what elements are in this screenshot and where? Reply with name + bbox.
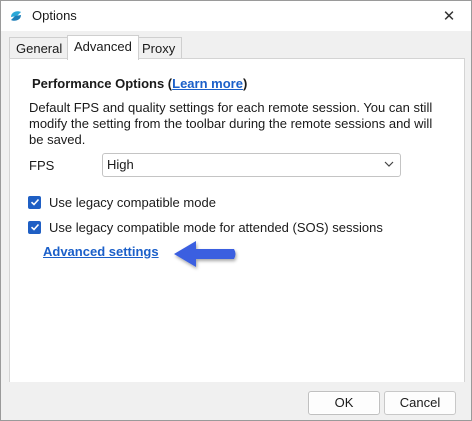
tab-proxy[interactable]: Proxy xyxy=(135,37,183,59)
tab-advanced[interactable]: Advanced xyxy=(67,35,139,60)
fps-label: FPS xyxy=(29,158,55,173)
checkmark-icon xyxy=(30,223,39,231)
cancel-button[interactable]: Cancel xyxy=(384,391,456,415)
legacy-mode-checkbox[interactable] xyxy=(28,195,41,209)
chevron-down-icon xyxy=(383,156,395,172)
legacy-sos-label: Use legacy compatible mode for attended … xyxy=(49,219,383,235)
performance-heading: Performance Options (Learn more) xyxy=(32,76,247,91)
dialog-footer: OK Cancel xyxy=(1,382,471,420)
performance-description: Default FPS and quality settings for eac… xyxy=(29,100,433,147)
fps-value: High xyxy=(107,157,134,172)
performance-heading-end: ) xyxy=(242,76,248,91)
performance-heading-text: Performance Options ( xyxy=(32,76,173,91)
advanced-settings-link[interactable]: Advanced settings xyxy=(43,244,159,259)
legacy-sos-checkbox[interactable] xyxy=(28,220,41,234)
tab-general[interactable]: General xyxy=(9,37,70,59)
title-bar: Options ✕ xyxy=(1,1,471,31)
learn-more-link[interactable]: Learn more xyxy=(172,76,243,91)
window-title: Options xyxy=(32,8,77,23)
checkmark-icon xyxy=(30,198,39,206)
legacy-mode-label: Use legacy compatible mode xyxy=(49,194,216,210)
ok-button[interactable]: OK xyxy=(308,391,380,415)
options-dialog: Options ✕ General Advanced Proxy Perform… xyxy=(0,0,472,421)
app-logo-icon xyxy=(8,8,24,24)
legacy-sos-option[interactable]: Use legacy compatible mode for attended … xyxy=(28,218,383,236)
close-button[interactable]: ✕ xyxy=(427,1,471,31)
fps-select[interactable]: High xyxy=(102,153,401,177)
pointer-arrow-icon xyxy=(174,241,236,267)
close-icon: ✕ xyxy=(442,8,456,25)
legacy-mode-option[interactable]: Use legacy compatible mode xyxy=(28,193,216,211)
advanced-panel: Performance Options (Learn more) Default… xyxy=(9,58,465,383)
